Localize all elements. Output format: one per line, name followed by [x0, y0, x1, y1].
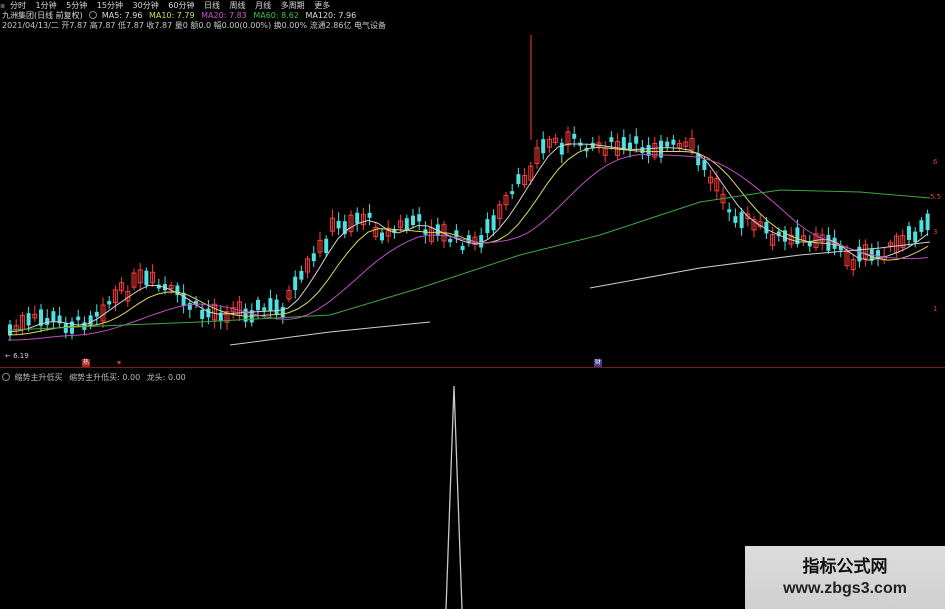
axis-tick: 3 [933, 228, 938, 236]
candle-body [411, 215, 415, 226]
event-marker-dot[interactable]: ▪ [116, 359, 122, 367]
candle-body [907, 226, 911, 240]
candle-body [640, 147, 645, 154]
ma120-line [229, 321, 431, 346]
tab-15min[interactable]: 15分钟 [97, 0, 123, 11]
candle-body [628, 142, 632, 150]
candle-body [417, 214, 422, 222]
candle-body [559, 142, 564, 155]
tab-more[interactable]: 更多 [314, 0, 330, 11]
candle-body [299, 270, 304, 280]
ma20-line [7, 154, 929, 341]
candle-body [876, 250, 880, 259]
candle-body [764, 221, 769, 234]
candle-body [727, 209, 732, 213]
candle-body [107, 301, 112, 305]
ma120-readout: MA120: 7.96 [305, 11, 357, 20]
candle-body [925, 213, 930, 231]
candle-body [181, 292, 186, 307]
toolbar-marker: ▪ [0, 1, 6, 10]
candle-body [572, 133, 577, 139]
tab-multi-period[interactable]: 多周期 [281, 0, 305, 11]
ma5-readout: MA5: 7.96 [101, 11, 143, 20]
ma10-readout: MA10: 7.79 [148, 11, 195, 20]
candle-body [280, 306, 285, 318]
ma60-line [9, 189, 931, 331]
tab-weekly[interactable]: 周线 [230, 0, 246, 11]
stock-title: 九洲集团(日线 前复权) [2, 11, 83, 20]
candle-body [268, 298, 273, 312]
candle-body [144, 270, 149, 286]
ma60-readout: MA60: 8.62 [253, 11, 299, 20]
candle-body [26, 313, 31, 326]
candle-body [516, 174, 521, 185]
candle-body [367, 212, 372, 218]
candle-body [491, 215, 496, 231]
candle-body [609, 137, 614, 143]
candle-body [293, 276, 298, 291]
candle-body [621, 137, 626, 150]
candle-body [404, 218, 409, 231]
event-marker[interactable]: 财 [594, 359, 603, 367]
watermark-url: www.zbgs3.com [783, 580, 907, 597]
candle-body [355, 212, 360, 224]
axis-tick: 1 [933, 305, 938, 313]
candle-body [671, 139, 676, 145]
candle-body [200, 309, 205, 319]
axis-tick: 6 [933, 158, 938, 166]
candle-body [826, 234, 831, 251]
candle-body [187, 303, 192, 310]
candle-body [311, 253, 316, 262]
candle-body [479, 235, 484, 248]
candle-body [336, 220, 341, 229]
watermark-title: 指标公式网 [802, 557, 888, 577]
quote-details: 2021/04/13/二 开7.87 高7.87 低7.87 收7.87 量0 … [2, 21, 386, 30]
candle-body [739, 212, 744, 228]
candle-body [665, 141, 670, 147]
tab-60min[interactable]: 60分钟 [168, 0, 194, 11]
event-marker[interactable]: 热 [82, 359, 91, 367]
ma-info-line: 九洲集团(日线 前复权) MA5: 7.96 MA10: 7.79 MA20: … [2, 11, 360, 21]
ma120-line [589, 241, 931, 289]
tab-30min[interactable]: 30分钟 [133, 0, 159, 11]
candle-body [448, 239, 453, 243]
candle-body [919, 220, 924, 232]
ma20-readout: MA20: 7.83 [201, 11, 247, 20]
axis-tick: 5.5 [930, 193, 942, 201]
candle-body [262, 307, 267, 311]
candle-body [541, 139, 546, 154]
candle-body [76, 316, 81, 321]
candle-body [913, 231, 918, 243]
candle-body [857, 246, 862, 262]
candle-body [94, 311, 99, 317]
tab-5min[interactable]: 5分钟 [66, 0, 87, 11]
candlestick-chart[interactable] [0, 30, 945, 367]
candle-body [510, 191, 515, 195]
candle-body [63, 323, 68, 333]
tab-monthly[interactable]: 月线 [255, 0, 271, 11]
indicator-signal-line [445, 385, 463, 609]
watermark-logo: 指标公式网 www.zbgs3.com [745, 546, 945, 609]
candle-body [733, 216, 738, 223]
candle-body [324, 238, 329, 254]
candle-body [460, 245, 465, 251]
candle-body [206, 308, 211, 318]
settings-dot-icon[interactable] [89, 11, 98, 19]
low-price-label: ← 6.19 [5, 352, 29, 360]
candle-body [274, 299, 279, 315]
candle-body [485, 219, 490, 234]
tab-intraday[interactable]: 分时 [10, 0, 26, 11]
tab-daily[interactable]: 日线 [204, 0, 220, 11]
candle-body [45, 317, 50, 325]
tab-1min[interactable]: 1分钟 [36, 0, 57, 11]
candle-body [634, 136, 639, 144]
candle-body [380, 232, 384, 241]
candle-body [256, 299, 260, 311]
period-toolbar: ▪ 分时 1分钟 5分钟 15分钟 30分钟 60分钟 日线 周线 月线 多周期… [0, 0, 945, 11]
candle-body [51, 311, 56, 322]
